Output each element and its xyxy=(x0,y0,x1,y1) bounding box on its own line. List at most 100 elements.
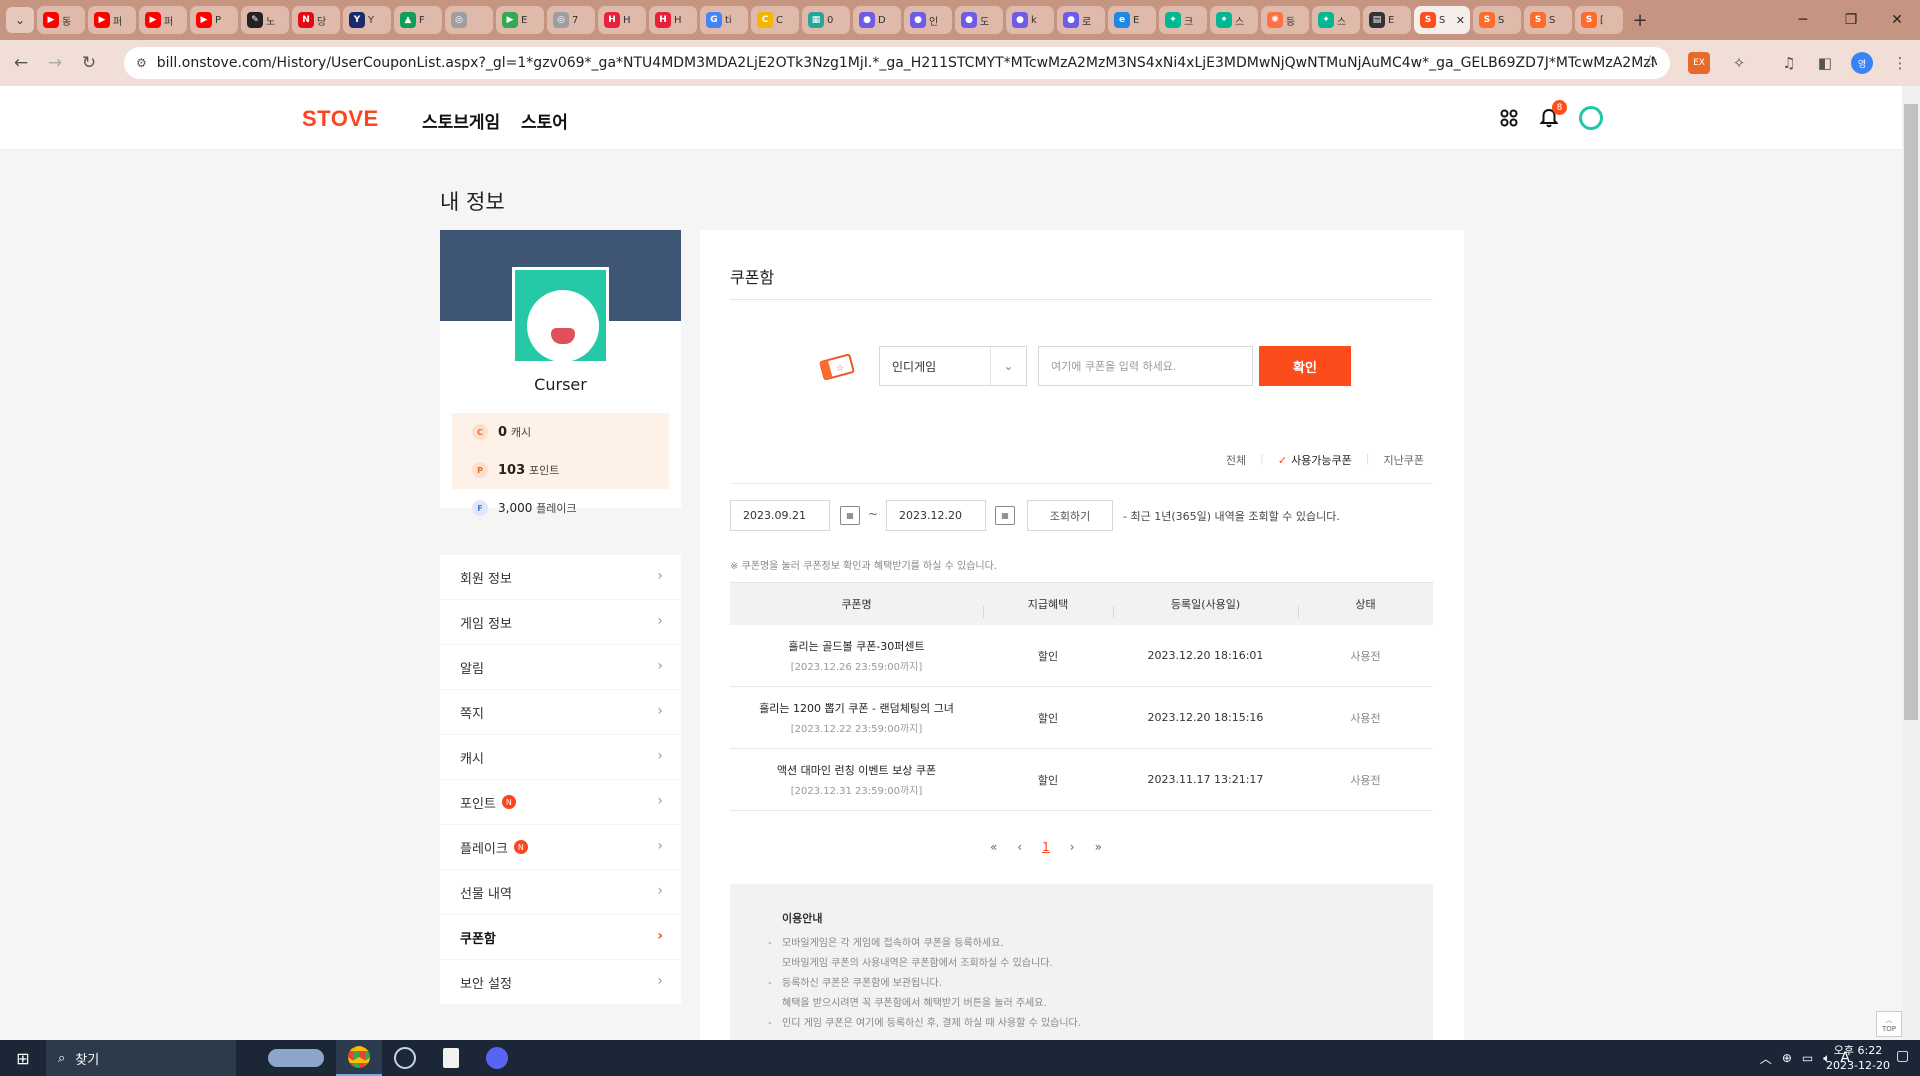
notification-center-icon[interactable]: ▢ xyxy=(1896,1048,1916,1068)
coupon-name[interactable]: 흘리는 1200 뽑기 쿠폰 - 랜덤체팅의 그녀 xyxy=(759,700,954,716)
page-last-icon[interactable]: » xyxy=(1095,840,1102,854)
browser-tab[interactable]: ✦ 스 xyxy=(1312,6,1360,34)
profile-avatar-icon[interactable]: 영 xyxy=(1851,52,1873,74)
browser-tab[interactable]: ✦ 스 xyxy=(1210,6,1258,34)
coupon-name-cell[interactable]: 흘리는 골드볼 쿠폰-30퍼센트 [2023.12.26 23:59:00까지] xyxy=(730,638,983,673)
page-next-icon[interactable]: › xyxy=(1070,840,1075,854)
browser-tab[interactable]: ✺ 등 xyxy=(1261,6,1309,34)
browser-tab[interactable]: N당 xyxy=(292,6,340,34)
discord-icon[interactable] xyxy=(474,1040,520,1076)
new-tab-button[interactable]: + xyxy=(1626,6,1654,34)
file-icon[interactable] xyxy=(428,1040,474,1076)
taskbar-clock[interactable]: 오후 6:22 2023-12-20 xyxy=(1818,1043,1898,1073)
browser-tab[interactable]: ▲ F xyxy=(394,6,442,34)
calendar-icon[interactable]: ▦ xyxy=(840,506,860,525)
browser-tab[interactable]: ▦ 0 xyxy=(802,6,850,34)
stove-logo[interactable]: STOVE xyxy=(302,106,379,132)
apps-grid-icon[interactable] xyxy=(1497,106,1521,130)
sidebar-menu-item[interactable]: 회원 정보 › xyxy=(440,555,681,599)
browser-tab[interactable]: ▶ 퍼 xyxy=(88,6,136,34)
browser-tab[interactable]: ● 도 xyxy=(955,6,1003,34)
browser-tab[interactable]: ● D xyxy=(853,6,901,34)
browser-tab[interactable]: CC xyxy=(751,6,799,34)
profile-image[interactable] xyxy=(512,267,609,364)
user-avatar[interactable] xyxy=(1579,106,1603,130)
tray-expand-icon[interactable]: ︿ xyxy=(1760,1050,1772,1067)
browser-tab[interactable]: HH xyxy=(649,6,697,34)
browser-tab[interactable]: ● 로 xyxy=(1057,6,1105,34)
chrome-icon[interactable] xyxy=(336,1040,382,1076)
filter-expired[interactable]: 지난쿠폰 xyxy=(1384,452,1424,468)
nav-store[interactable]: 스토어 xyxy=(521,108,568,133)
scroll-top-button[interactable]: ︿ TOP xyxy=(1876,1011,1902,1037)
filter-all[interactable]: 전체 xyxy=(1226,452,1246,468)
coupon-name[interactable]: 흘리는 골드볼 쿠폰-30퍼센트 xyxy=(788,638,924,654)
browser-menu-icon[interactable]: ⋮ xyxy=(1889,52,1911,74)
media-control-icon[interactable]: ♫ xyxy=(1778,52,1800,74)
coupon-name[interactable]: 액션 대마인 런칭 이벤트 보상 쿠폰 xyxy=(777,762,936,778)
taskbar-search[interactable]: ⌕ 찾기 xyxy=(46,1040,236,1076)
coupon-code-input[interactable] xyxy=(1038,346,1253,386)
scrollbar-thumb[interactable] xyxy=(1904,104,1918,720)
tab-close-icon[interactable]: ✕ xyxy=(1456,14,1465,27)
browser-tab[interactable]: SS xyxy=(1473,6,1521,34)
reload-icon[interactable]: ↻ xyxy=(76,50,102,76)
confirm-button[interactable]: 확인 xyxy=(1259,346,1351,386)
nav-stove-game[interactable]: 스토브게임 xyxy=(422,108,500,133)
sidebar-menu-item[interactable]: 플레이크 N › xyxy=(440,825,681,869)
forward-icon[interactable]: → xyxy=(42,50,68,76)
sidebar-menu-item[interactable]: 알림 › xyxy=(440,645,681,689)
sidebar-menu-item[interactable]: 선물 내역 › xyxy=(440,870,681,914)
windows-start-icon[interactable]: ⊞ xyxy=(0,1040,46,1076)
sidebar-menu-item[interactable]: 보안 설정 › xyxy=(440,960,681,1004)
sidebar-menu-item[interactable]: 게임 정보 › xyxy=(440,600,681,644)
query-button[interactable]: 조회하기 xyxy=(1027,500,1113,531)
sidebar-menu-item[interactable]: 포인트 N › xyxy=(440,780,681,824)
url-bar[interactable]: ⚙ bill.onstove.com/History/UserCouponLis… xyxy=(124,47,1670,79)
filter-available[interactable]: 사용가능쿠폰 xyxy=(1278,452,1352,468)
browser-tab[interactable]: Gti xyxy=(700,6,748,34)
sidebar-menu-item[interactable]: 캐시 › xyxy=(440,735,681,779)
cash-row[interactable]: C 0 캐시 xyxy=(452,413,669,451)
tab-search-button[interactable]: ⌄ xyxy=(6,7,34,33)
browser-tab[interactable]: SS xyxy=(1524,6,1572,34)
coupon-name-cell[interactable]: 흘리는 1200 뽑기 쿠폰 - 랜덤체팅의 그녀 [2023.12.22 23:… xyxy=(730,700,983,735)
browser-tab[interactable]: ▶ 동 xyxy=(37,6,85,34)
sidebar-menu-item[interactable]: 쿠폰함 › xyxy=(440,915,681,959)
point-row[interactable]: P 103 포인트 xyxy=(452,451,669,489)
browser-tab[interactable]: S[ xyxy=(1575,6,1623,34)
extensions-puzzle-icon[interactable]: ✧ xyxy=(1728,52,1750,74)
browser-tab[interactable]: ● k xyxy=(1006,6,1054,34)
page-current[interactable]: 1 xyxy=(1042,840,1050,854)
close-window-button[interactable]: ✕ xyxy=(1874,0,1920,40)
minimize-button[interactable]: ─ xyxy=(1780,0,1826,40)
browser-tab[interactable]: ▶ P xyxy=(190,6,238,34)
site-info-icon[interactable]: ⚙ xyxy=(136,56,147,70)
sidebar-menu-item[interactable]: 쪽지 › xyxy=(440,690,681,734)
browser-tab[interactable]: eE xyxy=(1108,6,1156,34)
game-category-select[interactable]: 인디게임 ⌄ xyxy=(879,346,1027,386)
browser-tab[interactable]: ▶ 퍼 xyxy=(139,6,187,34)
coupon-name-cell[interactable]: 액션 대마인 런칭 이벤트 보상 쿠폰 [2023.12.31 23:59:00까… xyxy=(730,762,983,797)
back-icon[interactable]: ← xyxy=(8,50,34,76)
bookmark-star-icon[interactable]: ☆ xyxy=(1643,52,1658,72)
browser-tab[interactable]: ◎ xyxy=(445,6,493,34)
tray-app-icon[interactable]: ⊕ xyxy=(1782,1051,1792,1065)
browser-tab[interactable]: ▤ E xyxy=(1363,6,1411,34)
flake-row[interactable]: F 3,000 플레이크 xyxy=(452,489,669,527)
page-first-icon[interactable]: « xyxy=(990,840,997,854)
browser-tab[interactable]: ✦ 크 xyxy=(1159,6,1207,34)
browser-tab[interactable]: ✎ 노 xyxy=(241,6,289,34)
browser-tab[interactable]: S S ✕ xyxy=(1414,6,1470,34)
steam-icon[interactable] xyxy=(382,1040,428,1076)
date-from-input[interactable]: 2023.09.21 xyxy=(730,500,830,531)
browser-tab[interactable]: ▶ E xyxy=(496,6,544,34)
browser-tab[interactable]: YY xyxy=(343,6,391,34)
date-to-input[interactable]: 2023.12.20 xyxy=(886,500,986,531)
extension-icon[interactable]: EX xyxy=(1688,52,1710,74)
browser-tab[interactable]: ● 인 xyxy=(904,6,952,34)
side-panel-icon[interactable]: ◧ xyxy=(1814,52,1836,74)
calendar-icon[interactable]: ▦ xyxy=(995,506,1015,525)
network-icon[interactable]: ▭ xyxy=(1802,1051,1813,1065)
browser-tab[interactable]: HH xyxy=(598,6,646,34)
